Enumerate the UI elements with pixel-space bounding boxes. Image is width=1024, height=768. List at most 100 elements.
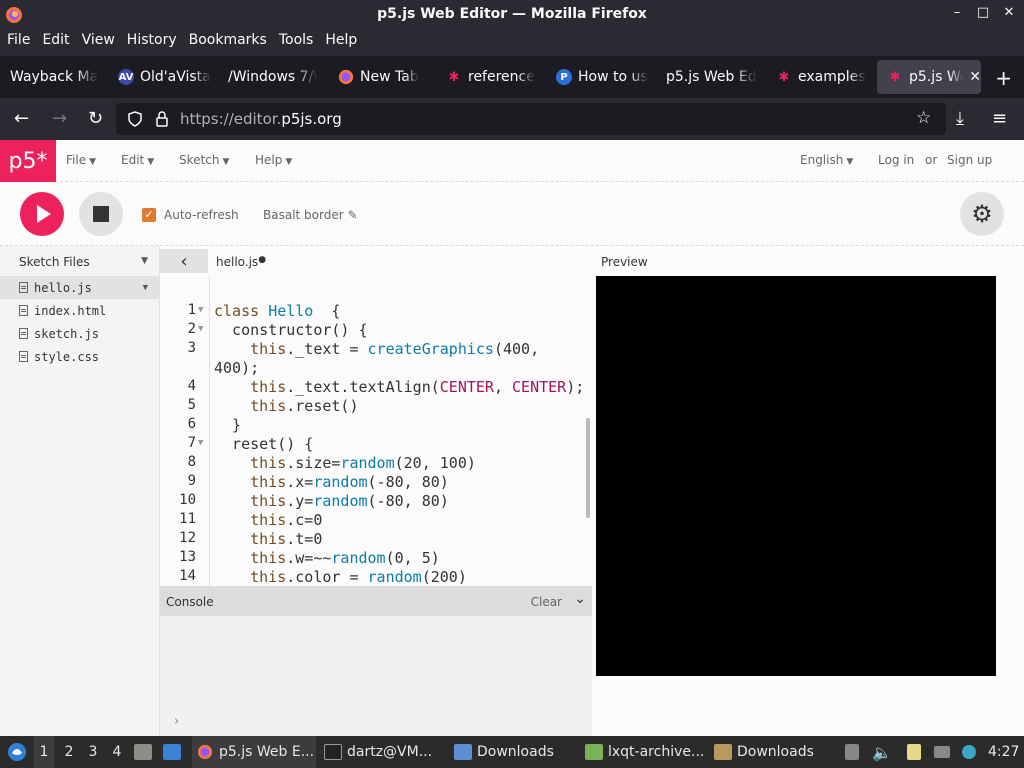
menu-edit[interactable]: Edit — [42, 30, 75, 54]
info-icon[interactable] — [962, 736, 981, 768]
code-line[interactable]: this.reset() — [214, 397, 584, 416]
p5-menu-help[interactable]: Help ▼ — [255, 153, 292, 167]
hamburger-menu-icon[interactable]: ≡ — [992, 108, 1007, 129]
forward-icon[interactable]: → — [52, 108, 67, 129]
code-line[interactable]: 400); — [214, 359, 584, 378]
url-text[interactable]: https://editor.p5js.org — [180, 110, 342, 128]
new-tab-button[interactable]: + — [995, 66, 1012, 90]
code-line[interactable]: constructor() { — [214, 321, 584, 340]
code-line[interactable]: this._text.textAlign(CENTER, CENTER); — [214, 378, 584, 397]
bookmark-star-icon[interactable]: ☆ — [916, 108, 931, 128]
workspace-4[interactable]: 4 — [110, 736, 124, 768]
taskbar-item-downloads[interactable]: Downloads — [454, 736, 574, 768]
login-link[interactable]: Log in — [878, 153, 914, 167]
browser-tab[interactable]: P How to us — [546, 60, 656, 94]
browser-tab[interactable]: New Tab — [328, 60, 436, 94]
chevron-down-icon[interactable]: ⌄ — [574, 591, 586, 607]
downloads-icon[interactable]: ⤓ — [956, 108, 964, 129]
code-line[interactable]: this.t=0 — [214, 530, 584, 549]
taskbar-item-terminal[interactable]: dartz@VM... — [324, 736, 444, 768]
taskbar-item-archiver[interactable]: lxqt-archive... — [585, 736, 705, 768]
taskbar-item-downloads-2[interactable]: Downloads — [714, 736, 834, 768]
line-number: 14 — [179, 568, 196, 584]
show-desktop-icon[interactable] — [163, 736, 186, 768]
sketch-name[interactable]: Basalt border ✎ — [263, 208, 358, 222]
browser-tab[interactable]: Wayback Ma — [0, 60, 108, 94]
shield-icon[interactable] — [128, 111, 142, 127]
code-line[interactable]: } — [214, 416, 584, 435]
menu-help[interactable]: Help — [325, 30, 363, 54]
console-clear-button[interactable]: Clear — [531, 595, 562, 609]
p5-menu-sketch[interactable]: Sketch ▼ — [179, 153, 229, 167]
maximize-button[interactable]: □ — [976, 5, 990, 20]
p5-logo[interactable]: p5* — [0, 140, 56, 182]
code-line[interactable]: reset() { — [214, 435, 584, 454]
back-icon[interactable]: ← — [14, 108, 29, 129]
editor-scrollbar[interactable] — [586, 418, 590, 518]
workspace-1[interactable]: 1 — [34, 736, 54, 768]
menu-history[interactable]: History — [127, 30, 183, 54]
reload-icon[interactable]: ↻ — [88, 108, 103, 129]
file-item[interactable]: sketch.js — [0, 322, 160, 345]
taskbar-item-firefox[interactable]: p5.js Web E... — [192, 736, 316, 768]
play-button[interactable] — [20, 192, 64, 236]
browser-tab[interactable]: ✱ reference — [436, 60, 546, 94]
browser-tab[interactable]: /Windows 7/\ — [218, 60, 328, 94]
file-options-caret-icon[interactable]: ▼ — [143, 283, 148, 293]
tab-label: How to us — [578, 69, 648, 85]
tray-notes-icon[interactable] — [845, 736, 864, 768]
p5-menu-file[interactable]: File ▼ — [66, 153, 96, 167]
code-line[interactable]: this.size=random(20, 100) — [214, 454, 584, 473]
sidebar-options-caret-icon[interactable]: ▼ — [141, 256, 148, 266]
code-editor[interactable]: 1 ▼ 2 ▼ 3 4 5 6 7 ▼ 8 9 10 11 12 13 14 class Hello { con… — [160, 276, 592, 586]
code-line[interactable]: this.x=random(-80, 80) — [214, 473, 584, 492]
console-header[interactable]: Console Clear ⌄ — [160, 586, 592, 616]
workspace-2[interactable]: 2 — [62, 736, 76, 768]
menu-file[interactable]: File — [7, 30, 36, 54]
auto-refresh-checkbox[interactable]: ✓ — [142, 208, 156, 222]
code-line[interactable]: this.w=~~random(0, 5) — [214, 549, 584, 568]
network-icon[interactable] — [934, 736, 955, 768]
fold-marker-icon[interactable]: ▼ — [198, 438, 203, 448]
browser-tab[interactable]: ✱ p5.js We ✕ — [877, 60, 981, 94]
browser-tab[interactable]: p5.js Web Ed — [656, 60, 766, 94]
clipboard-icon[interactable] — [907, 736, 926, 768]
menu-tools[interactable]: Tools — [279, 30, 320, 54]
code-line[interactable]: this.c=0 — [214, 511, 584, 530]
fold-marker-icon[interactable]: ▼ — [198, 324, 203, 334]
or-text: or — [925, 153, 938, 167]
volume-icon[interactable]: 🔈 — [872, 736, 892, 768]
close-button[interactable]: ✕ — [1002, 5, 1016, 20]
line-number: 12 — [179, 530, 196, 546]
file-item[interactable]: hello.js ▼ — [0, 276, 160, 299]
file-item[interactable]: style.css — [0, 345, 160, 368]
lock-icon[interactable] — [156, 111, 168, 127]
file-manager-launcher-icon[interactable] — [134, 736, 157, 768]
url-bar[interactable]: https://editor.p5js.org — [116, 103, 946, 135]
settings-gear-icon[interactable]: ⚙ — [960, 192, 1004, 236]
code-line[interactable]: this.y=random(-80, 80) — [214, 492, 584, 511]
stop-button[interactable] — [79, 192, 123, 236]
code-line[interactable]: this._text = createGraphics(400, — [214, 340, 584, 359]
language-select[interactable]: English ▼ — [800, 153, 853, 167]
workspace-3[interactable]: 3 — [86, 736, 100, 768]
auto-refresh-label[interactable]: Auto-refresh — [164, 208, 239, 222]
close-tab-icon[interactable]: ✕ — [969, 69, 981, 85]
p5-menu-edit[interactable]: Edit ▼ — [121, 153, 154, 167]
start-menu-icon[interactable] — [6, 736, 28, 768]
console-prompt-icon[interactable]: › — [174, 714, 179, 729]
minimize-button[interactable]: – — [950, 5, 964, 20]
preview-canvas[interactable] — [596, 276, 996, 676]
line-number: 7 — [187, 435, 196, 451]
signup-link[interactable]: Sign up — [947, 153, 992, 167]
menu-view[interactable]: View — [82, 30, 121, 54]
menu-bookmarks[interactable]: Bookmarks — [189, 30, 273, 54]
browser-tab[interactable]: AV Old'aVista — [108, 60, 218, 94]
fold-marker-icon[interactable]: ▼ — [198, 305, 203, 315]
browser-tab[interactable]: ✱ examples — [766, 60, 874, 94]
collapse-sidebar-button[interactable]: ‹ — [160, 249, 208, 273]
code-line[interactable]: this.color = random(200) — [214, 568, 584, 586]
file-item[interactable]: index.html — [0, 299, 160, 322]
line-number: 9 — [187, 473, 196, 489]
code-line[interactable]: class Hello { — [214, 302, 584, 321]
